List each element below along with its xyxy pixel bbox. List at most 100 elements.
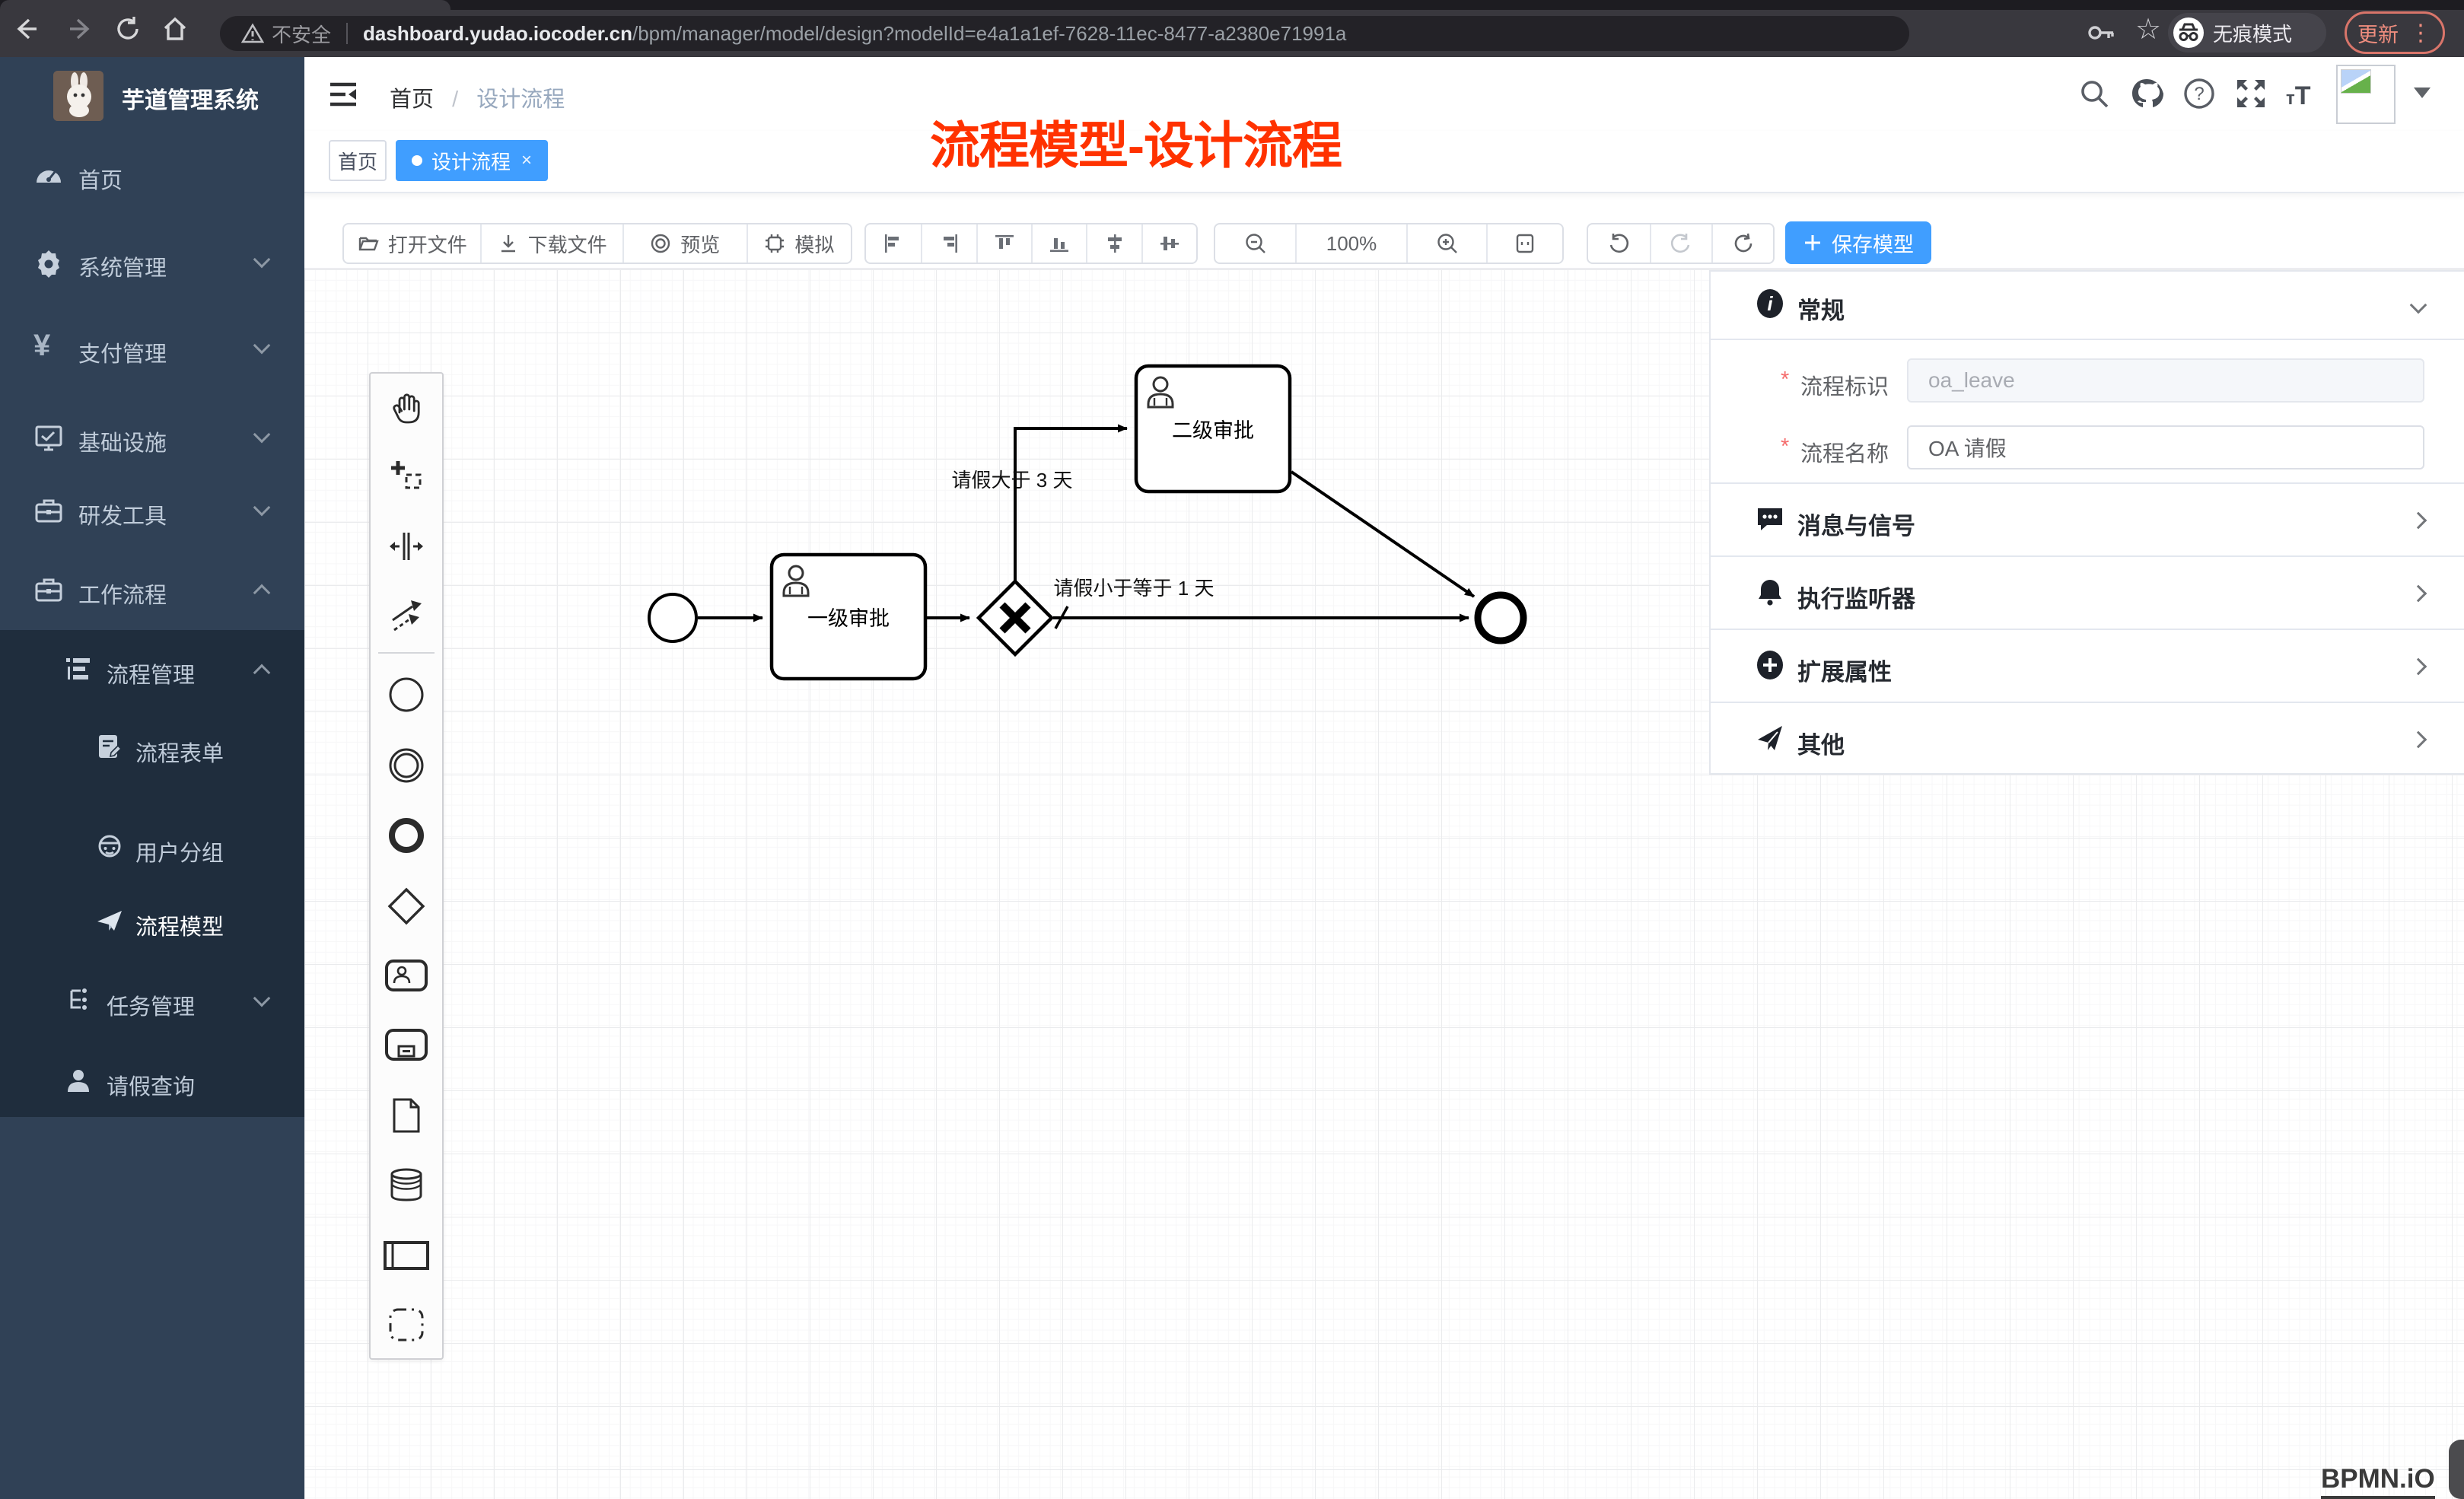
search-icon[interactable] [2077,77,2111,114]
task2-label: 二级审批 [1172,419,1254,442]
zoom-level-value: 100% [1326,232,1377,256]
section-other[interactable]: 其他 [1711,702,2464,775]
flow-gateway-to-task2[interactable] [1015,428,1127,583]
fullscreen-icon[interactable] [2234,77,2268,114]
corner-handle[interactable] [2449,1440,2464,1499]
lasso-tool[interactable] [371,452,442,501]
create-data-object[interactable] [371,1091,442,1140]
sidebar-item-infra[interactable]: 基础设施 [0,399,304,479]
create-group[interactable] [371,1300,442,1349]
space-tool[interactable] [371,522,442,571]
simulate-button[interactable]: 模拟 [747,224,851,263]
tab-home[interactable]: 首页 [329,140,387,181]
plus-circle-icon [1755,650,1785,684]
condition-label-le1[interactable]: 请假小于等于 1 天 [1054,577,1214,600]
align-top-button[interactable] [976,224,1031,263]
browser-active-tab[interactable] [0,0,450,10]
process-key-input[interactable] [1907,358,2424,403]
undo-button[interactable] [1588,224,1650,263]
list-tree-icon [64,654,93,689]
zoom-in-button[interactable] [1406,224,1486,263]
sidebar-item-process-mgmt[interactable]: 流程管理 [0,632,304,711]
global-connect-tool[interactable] [371,591,442,640]
align-horizontal-center-button[interactable] [1141,224,1196,263]
sidebar-item-workflow[interactable]: 工作流程 [0,552,304,631]
chevron-right-icon [2410,512,2427,530]
zoom-out-button[interactable] [1215,224,1295,263]
bookmark-star-icon[interactable]: ☆ [2135,12,2161,46]
create-participant[interactable] [371,1231,442,1280]
update-label[interactable]: 更新 [2357,18,2399,48]
end-event[interactable] [1478,595,1523,641]
create-intermediate-event[interactable] [371,741,442,790]
create-data-store[interactable] [371,1160,442,1209]
gear-icon [33,247,64,284]
sidebar-item-payment[interactable]: ¥ 支付管理 [0,310,304,390]
help-icon[interactable]: ? [2182,77,2216,114]
incognito-icon [2173,18,2204,48]
sidebar-item-process-model[interactable]: 流程模型 [0,883,304,963]
align-left-button[interactable] [866,224,921,263]
restart-button[interactable] [1711,224,1773,263]
font-size-icon[interactable]: тT [2286,81,2311,111]
create-gateway[interactable] [371,882,442,931]
preview-button[interactable]: 预览 [622,224,747,263]
github-icon[interactable] [2129,77,2164,116]
create-start-event[interactable] [371,670,442,719]
avatar-caret-icon[interactable] [2414,88,2431,98]
sidebar-item-user-group[interactable]: 用户分组 [0,810,304,889]
incognito-badge: 无痕模式 [2168,13,2326,53]
align-right-button[interactable] [921,224,976,263]
address-bar[interactable]: 不安全 dashboard.yudao.iocoder.cn/bpm/manag… [220,16,1909,51]
sidebar-item-task-mgmt[interactable]: 任务管理 [0,963,304,1042]
svg-text:i: i [1767,292,1773,315]
broken-image-icon [2341,69,2371,94]
sidebar-item-label: 请假查询 [107,1069,195,1101]
person-icon [64,1066,93,1101]
user-task-level2[interactable]: 二级审批 [1136,366,1290,492]
align-vertical-center-button[interactable] [1086,224,1141,263]
sidebar-item-home[interactable]: 首页 [0,137,304,216]
hand-tool[interactable] [371,383,442,431]
browser-menu-icon[interactable]: ⋮ [2409,20,2432,46]
section-extended-attributes[interactable]: 扩展属性 [1711,629,2464,702]
bpmn-io-watermark[interactable]: BPMN.iO [2321,1464,2435,1499]
condition-label-gt3[interactable]: 请假大于 3 天 [952,469,1073,492]
user-task-level1[interactable]: 一级审批 [772,555,925,679]
create-user-task[interactable] [371,951,442,1000]
section-execution-listener[interactable]: 执行监听器 [1711,555,2464,629]
create-end-event[interactable] [371,811,442,860]
sidebar-item-system[interactable]: 系统管理 [0,224,304,304]
align-bottom-button[interactable] [1031,224,1086,263]
task1-label: 一级审批 [807,607,890,630]
sidebar-item-devtools[interactable]: 研发工具 [0,473,304,552]
section-general-header[interactable]: i 常规 [1711,272,2464,340]
browser-update-button[interactable]: 更新 ⋮ [2345,11,2445,54]
section-message-signal[interactable]: 消息与信号 [1711,482,2464,555]
save-model-button[interactable]: 保存模型 [1785,221,1931,264]
sidebar-item-process-form[interactable]: 流程表单 [0,710,304,789]
password-key-icon[interactable] [2085,17,2117,53]
exclusive-gateway[interactable] [979,581,1052,654]
zoom-reset-button[interactable] [1486,224,1562,263]
avatar[interactable] [2336,65,2396,124]
sidebar-item-label: 基础设施 [78,425,167,457]
zoom-level[interactable]: 100% [1295,224,1406,263]
sidebar-collapse-icon[interactable] [327,78,359,114]
open-file-button[interactable]: 打开文件 [344,224,480,263]
breadcrumb-home[interactable]: 首页 [390,88,434,112]
start-event[interactable] [649,594,696,641]
sidebar-item-leave-query[interactable]: 请假查询 [0,1043,304,1122]
redo-button[interactable] [1650,224,1711,263]
process-name-input[interactable] [1907,425,2424,469]
tab-close-icon[interactable]: × [521,150,532,171]
flow-task2-to-end[interactable] [1291,472,1474,597]
users-icon [96,832,123,866]
forward-icon[interactable] [64,11,97,47]
home-icon[interactable] [158,11,192,47]
tab-design-process[interactable]: 设计流程 × [396,140,548,181]
back-icon[interactable] [9,11,43,47]
download-file-button[interactable]: 下载文件 [480,224,622,263]
create-subprocess[interactable] [371,1020,442,1069]
reload-icon[interactable] [111,11,145,47]
